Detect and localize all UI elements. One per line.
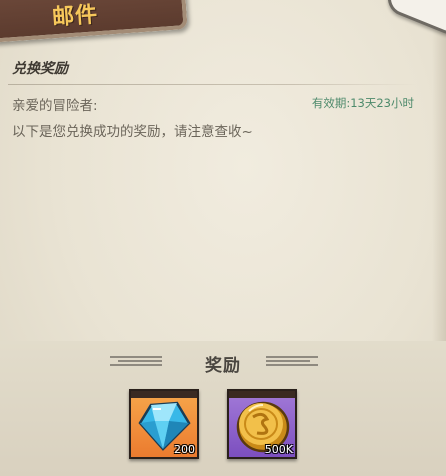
divider <box>8 84 416 85</box>
decor-lines-right-icon <box>266 356 318 366</box>
item-quantity: 500K <box>264 443 293 456</box>
reward-item-gold-coin[interactable]: 500K <box>227 389 297 459</box>
validity-label: 有效期: <box>311 96 351 110</box>
mail-subject: 兑换奖励 <box>12 61 68 77</box>
reward-item-diamond[interactable]: 200 <box>129 389 199 459</box>
header-title: 邮件 <box>51 2 100 31</box>
validity-value: 13天23小时 <box>350 96 414 110</box>
mail-greeting: 亲爱的冒险者: <box>12 98 98 114</box>
mail-message: 以下是您兑换成功的奖励，请注意查收~ <box>12 124 253 140</box>
rewards-label: 奖励 <box>205 356 241 376</box>
item-quantity: 200 <box>174 443 195 456</box>
validity-info: 有效期:13天23小时 <box>312 95 414 111</box>
